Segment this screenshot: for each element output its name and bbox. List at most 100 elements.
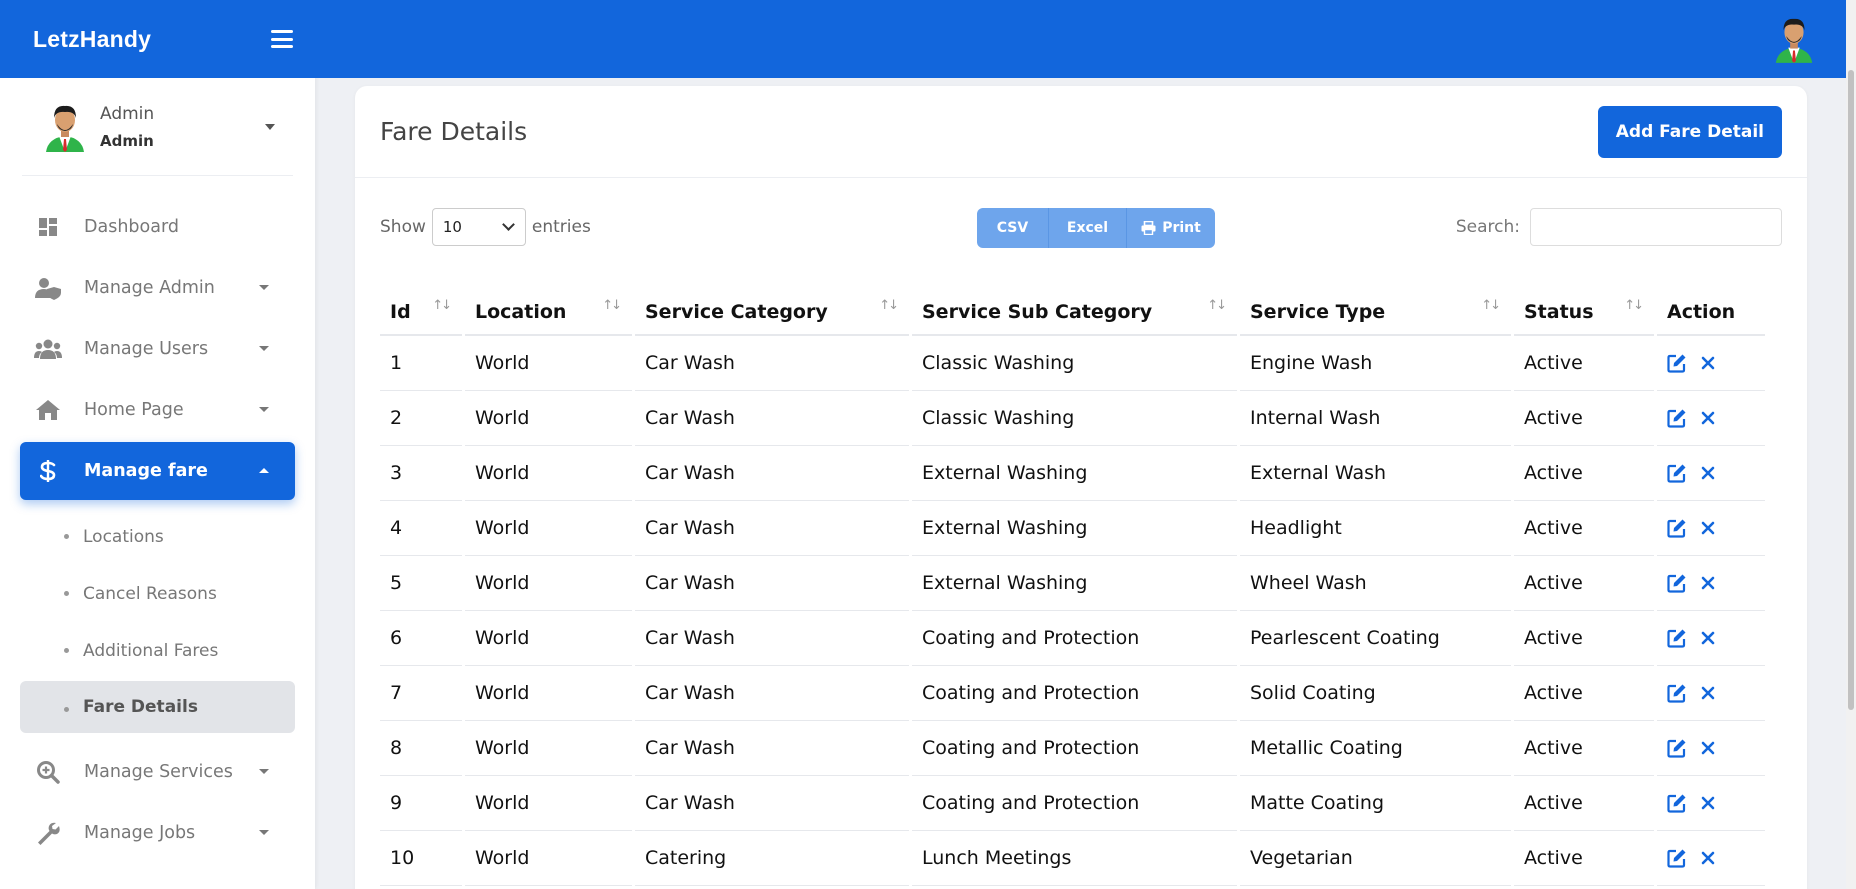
brand-bar: LetzHandy [0,0,315,78]
cell-id: 6 [380,611,462,666]
delete-icon[interactable] [1701,686,1715,700]
chevron-down-icon[interactable] [265,124,275,130]
delete-icon[interactable] [1701,741,1715,755]
user-profile[interactable]: Admin Admin [22,78,293,176]
cell-service-category: Car Wash [635,556,909,611]
cell-location: World [465,666,632,721]
edit-icon[interactable] [1667,683,1687,703]
delete-icon[interactable] [1701,411,1715,425]
add-fare-detail-button[interactable]: Add Fare Detail [1597,105,1782,158]
cell-status: Active [1514,501,1654,556]
sidebar-item-home-page[interactable]: Home Page [20,379,295,440]
cell-service-type: Metallic Coating [1240,721,1511,776]
search-input[interactable] [1530,208,1782,246]
entries-label: entries [531,217,591,237]
cell-status: Active [1514,446,1654,501]
cell-service-sub-category: Lunch Meetings [912,831,1237,886]
cell-service-type: Headlight [1240,501,1511,556]
cell-service-sub-category: Coating and Protection [912,721,1237,776]
cell-service-category: Car Wash [635,501,909,556]
sidebar-item-manage-services[interactable]: Manage Services [20,741,295,802]
page-scrollbar[interactable] [1846,0,1856,889]
table-row: 5 World Car Wash External Washing Wheel Wash… [380,556,1765,611]
edit-icon[interactable] [1667,738,1687,758]
sidebar-subitem-additional-fares[interactable]: Additional Fares [20,622,295,679]
sidebar-item-label: Manage Services [84,761,233,782]
delete-icon[interactable] [1701,521,1715,535]
table-controls: Show 10 entries CSV Excel Print Search: [355,178,1807,283]
cell-action [1657,611,1765,666]
edit-icon[interactable] [1667,408,1687,428]
column-header-label: Service Category [645,301,828,323]
csv-button[interactable]: CSV [977,208,1049,248]
print-button[interactable]: Print [1127,208,1215,248]
cell-action [1657,831,1765,886]
delete-icon[interactable] [1701,356,1715,370]
table-row: 2 World Car Wash Classic Washing Internal Wa… [380,391,1765,446]
edit-icon[interactable] [1667,628,1687,648]
column-header-id[interactable]: Id ↑↓ [380,276,462,336]
delete-icon[interactable] [1701,631,1715,645]
cell-location: World [465,336,632,391]
sidebar-subitem-fare-details[interactable]: Fare Details [20,681,295,733]
excel-button[interactable]: Excel [1049,208,1127,248]
sidebar-item-dashboard[interactable]: Dashboard [20,196,295,257]
cell-id: 2 [380,391,462,446]
cell-service-category: Catering [635,831,909,886]
chevron-down-icon [502,218,515,231]
column-header-service-type[interactable]: Service Type ↑↓ [1240,276,1511,336]
delete-icon[interactable] [1701,576,1715,590]
column-header-label: Service Type [1250,301,1386,323]
cell-status: Active [1514,831,1654,886]
cell-service-category: Car Wash [635,446,909,501]
table-row: 7 World Car Wash Coating and Protection Soli… [380,666,1765,721]
sidebar-subitem-locations[interactable]: Locations [20,508,295,565]
sidebar-item-manage-fare[interactable]: Manage fare [20,442,295,500]
sidebar-item-label: Dashboard [84,216,179,237]
sidebar-nav: Dashboard Manage Admin Manage Users Home… [0,196,315,500]
edit-icon[interactable] [1667,573,1687,593]
cell-service-sub-category: Coating and Protection [912,611,1237,666]
sidebar-item-label: Manage Users [84,338,209,359]
column-header-label: Action [1667,301,1736,323]
column-header-status[interactable]: Status ↑↓ [1514,276,1654,336]
sidebar-subitem-cancel-reasons[interactable]: Cancel Reasons [20,565,295,622]
cell-id: 3 [380,446,462,501]
edit-icon[interactable] [1667,353,1687,373]
column-header-service-category[interactable]: Service Category ↑↓ [635,276,909,336]
sidebar-item-manage-admin[interactable]: Manage Admin [20,257,295,318]
column-header-location[interactable]: Location ↑↓ [465,276,632,336]
column-header-label: Status [1524,301,1594,323]
dashboard-icon [34,213,62,241]
column-header-service-sub-category[interactable]: Service Sub Category ↑↓ [912,276,1237,336]
wrench-icon [34,819,62,847]
edit-icon[interactable] [1667,848,1687,868]
cell-action [1657,721,1765,776]
delete-icon[interactable] [1701,796,1715,810]
avatar[interactable] [1772,14,1816,64]
column-header-action: Action [1657,276,1765,336]
edit-icon[interactable] [1667,463,1687,483]
delete-icon[interactable] [1701,851,1715,865]
scrollbar-thumb[interactable] [1848,70,1854,710]
sidebar-item-manage-jobs[interactable]: Manage Jobs [20,802,295,863]
cell-service-type: Wheel Wash [1240,556,1511,611]
cell-id: 5 [380,556,462,611]
chevron-down-icon [259,407,269,412]
hamburger-menu-icon[interactable] [271,30,293,48]
entries-value: 10 [442,218,462,236]
printer-icon [1141,221,1156,235]
entries-select[interactable]: 10 [431,208,526,246]
edit-icon[interactable] [1667,793,1687,813]
user-name: Admin [100,103,155,124]
cell-service-sub-category: External Washing [912,446,1237,501]
delete-icon[interactable] [1701,466,1715,480]
cell-service-type: External Wash [1240,446,1511,501]
edit-icon[interactable] [1667,518,1687,538]
sort-icon: ↑↓ [879,298,899,313]
sidebar-nav-lower: Manage Services Manage Jobs [0,741,315,863]
sidebar-item-manage-users[interactable]: Manage Users [20,318,295,379]
export-button-group: CSV Excel Print [977,208,1215,248]
cell-service-category: Car Wash [635,336,909,391]
brand-logo[interactable]: LetzHandy [33,26,151,53]
